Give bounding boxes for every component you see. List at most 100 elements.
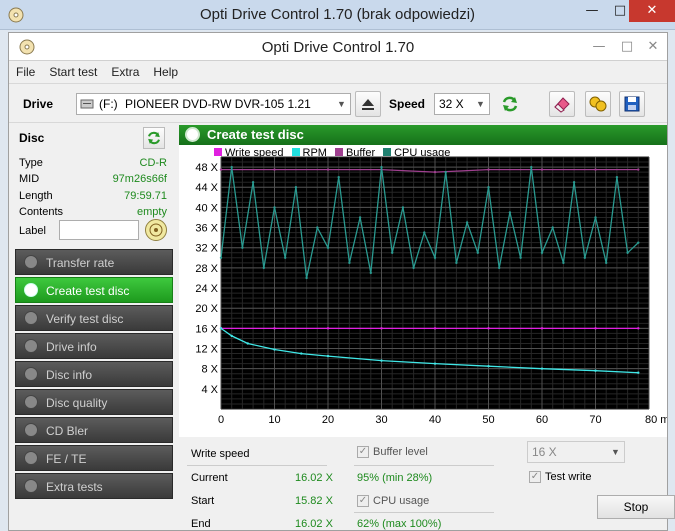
menu-file[interactable]: File bbox=[9, 62, 42, 79]
data-point bbox=[594, 216, 597, 219]
data-point bbox=[273, 206, 276, 209]
data-point bbox=[380, 327, 383, 330]
data-point bbox=[572, 181, 576, 184]
data-point bbox=[219, 327, 223, 330]
nav-item-fe-te[interactable]: FE / TE bbox=[15, 445, 173, 471]
copy-discs-icon bbox=[589, 96, 607, 112]
y-tick-label: 28 X bbox=[195, 263, 218, 275]
drive-label: Drive bbox=[23, 97, 54, 111]
chevron-down-icon: ▼ bbox=[611, 447, 620, 457]
cpu-usage-checkbox[interactable]: ✓ bbox=[357, 495, 369, 507]
data-point bbox=[348, 261, 351, 265]
data-point bbox=[284, 256, 287, 259]
menu-extra[interactable]: Extra bbox=[104, 62, 146, 79]
disc-label-input[interactable] bbox=[59, 220, 139, 240]
nav-label: Transfer rate bbox=[46, 256, 115, 270]
data-point bbox=[540, 327, 544, 330]
x-tick-label: 60 bbox=[536, 414, 548, 426]
maximize-icon[interactable]: □ bbox=[613, 36, 641, 58]
close-icon[interactable]: ✕ bbox=[639, 36, 667, 58]
divider bbox=[354, 465, 494, 466]
nav-icon bbox=[24, 395, 38, 409]
data-point bbox=[626, 251, 629, 254]
test-write-checkbox[interactable]: ✓ bbox=[529, 471, 541, 483]
data-point bbox=[540, 367, 544, 370]
eject-icon bbox=[362, 99, 374, 110]
data-point bbox=[433, 256, 437, 259]
nav-item-transfer-rate[interactable]: Transfer rate bbox=[15, 249, 173, 275]
stat-current-value: 16.02 X bbox=[295, 472, 333, 484]
data-point bbox=[637, 327, 640, 330]
stop-button[interactable]: Stop bbox=[597, 495, 675, 519]
data-point bbox=[540, 168, 544, 171]
label-field-label: Label bbox=[19, 225, 46, 237]
x-tick-label: 30 bbox=[375, 414, 387, 426]
data-point bbox=[412, 266, 415, 270]
stat-start-value: 15.82 X bbox=[295, 495, 333, 507]
refresh-icon bbox=[502, 96, 518, 112]
buffer-level-checkbox[interactable]: ✓ bbox=[357, 446, 369, 458]
menu-help[interactable]: Help bbox=[146, 62, 185, 79]
app-window: Opti Drive Control 1.70 — □ ✕ File Start … bbox=[8, 32, 675, 531]
data-point bbox=[380, 359, 383, 362]
stat-end-value: 16.02 X bbox=[295, 518, 333, 530]
write-speed-value: 16 X bbox=[532, 445, 557, 459]
data-point bbox=[300, 352, 303, 355]
nav-item-extra-tests[interactable]: Extra tests bbox=[15, 473, 173, 499]
data-point bbox=[246, 342, 249, 345]
data-point bbox=[273, 348, 276, 351]
erase-button[interactable] bbox=[549, 91, 575, 117]
x-tick-label: 20 bbox=[322, 414, 334, 426]
nav-item-cd-bler[interactable]: CD Bler bbox=[15, 417, 173, 443]
buffer-level-label: Buffer level bbox=[373, 446, 428, 458]
window-title: Opti Drive Control 1.70 bbox=[261, 39, 415, 56]
nav-item-drive-info[interactable]: Drive info bbox=[15, 333, 173, 359]
data-point bbox=[551, 226, 554, 229]
data-point bbox=[508, 211, 512, 214]
nav-icon bbox=[24, 255, 38, 269]
cpu-usage-value: 62% (max 100%) bbox=[357, 518, 442, 530]
nav-item-verify-test-disc[interactable]: Verify test disc bbox=[15, 305, 173, 331]
disc-info-mid: MID 97m26s66f bbox=[19, 173, 169, 189]
stat-start-label: Start bbox=[191, 495, 215, 507]
copy-button[interactable] bbox=[585, 91, 611, 117]
eject-button[interactable] bbox=[355, 91, 381, 117]
close-icon[interactable]: ✕ bbox=[629, 0, 675, 22]
data-point bbox=[251, 181, 255, 184]
x-tick-label: 80 min bbox=[645, 414, 667, 426]
data-point bbox=[433, 327, 437, 330]
info-label: MID bbox=[19, 173, 40, 185]
disc-refresh-button[interactable] bbox=[143, 127, 165, 149]
buffer-level-value: 95% (min 28%) bbox=[357, 472, 433, 484]
y-tick-label: 32 X bbox=[195, 243, 218, 255]
y-tick-label: 16 X bbox=[195, 323, 218, 335]
data-point bbox=[316, 226, 319, 229]
nav-item-disc-info[interactable]: Disc info bbox=[15, 361, 173, 387]
nav-icon bbox=[24, 339, 38, 353]
data-point bbox=[391, 251, 394, 254]
menu-start-test[interactable]: Start test bbox=[42, 62, 104, 79]
speed-select[interactable]: 32 X ▼ bbox=[434, 93, 490, 115]
minimize-icon[interactable]: — bbox=[585, 36, 613, 58]
nav-item-create-test-disc[interactable]: Create test disc bbox=[15, 277, 173, 303]
speed-value: 32 X bbox=[439, 97, 464, 111]
disc-label-button[interactable] bbox=[145, 219, 167, 241]
drive-icon bbox=[80, 99, 94, 109]
data-point bbox=[337, 175, 340, 179]
minimize-icon[interactable]: — bbox=[578, 0, 606, 22]
nav-item-disc-quality[interactable]: Disc quality bbox=[15, 389, 173, 415]
write-speed-select[interactable]: 16 X ▼ bbox=[527, 441, 625, 463]
drive-letter: (F:) bbox=[99, 97, 118, 111]
drive-select[interactable]: (F:) PIONEER DVD-RW DVR-105 1.21 ▼ bbox=[76, 93, 351, 115]
data-point bbox=[562, 261, 565, 265]
data-point bbox=[326, 327, 330, 330]
x-tick-label: 0 bbox=[218, 414, 224, 426]
speed-label: Speed bbox=[389, 97, 426, 111]
save-button[interactable] bbox=[619, 91, 645, 117]
nav-icon bbox=[24, 311, 38, 325]
nav-icon bbox=[24, 451, 38, 465]
refresh-speed-button[interactable] bbox=[497, 91, 523, 117]
y-tick-label: 40 X bbox=[195, 202, 218, 214]
data-point bbox=[433, 170, 437, 174]
nav-label: Verify test disc bbox=[46, 312, 124, 326]
